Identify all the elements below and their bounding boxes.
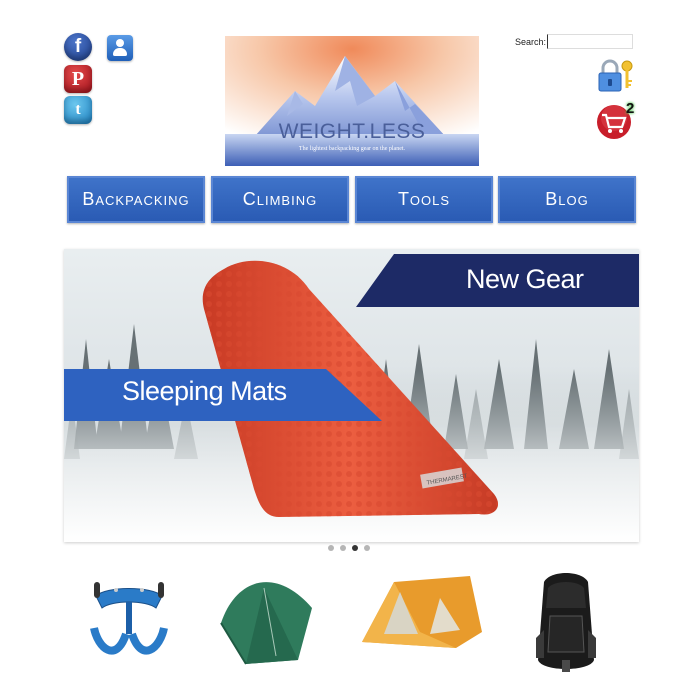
search-input[interactable] — [547, 34, 633, 49]
lock-key-icon[interactable] — [596, 58, 636, 94]
nav-tools[interactable]: Tools — [355, 176, 493, 223]
facebook-glyph: f — [74, 36, 82, 57]
banner-label-new-gear: New Gear — [466, 264, 584, 294]
contact-head — [116, 39, 124, 47]
nav-label: Climbing — [242, 189, 318, 209]
carousel-dot-3[interactable] — [352, 545, 358, 551]
nav-climbing[interactable]: Climbing — [211, 176, 349, 223]
search-label: Search: — [515, 37, 547, 47]
contact-icon[interactable] — [107, 35, 133, 61]
contact-body — [113, 48, 127, 56]
site-logo[interactable]: WEIGHT.LESS The lightest backpacking gea… — [225, 36, 479, 166]
nav-backpacking[interactable]: Backpacking — [67, 176, 205, 223]
cart-count-badge: 2 — [626, 100, 635, 117]
pinterest-glyph: P — [71, 67, 85, 90]
climbing-harness-icon[interactable] — [86, 568, 172, 668]
carousel-dot-1[interactable] — [328, 545, 334, 551]
facebook-icon[interactable]: f — [64, 33, 92, 61]
pinterest-icon[interactable]: P — [64, 65, 92, 93]
twitter-glyph: t — [75, 101, 81, 118]
banner-label-sleeping-mats: Sleeping Mats — [122, 376, 287, 406]
nav-blog[interactable]: Blog — [498, 176, 636, 223]
nav-label: Backpacking — [82, 189, 190, 209]
logo-subtitle: The lightest backpacking gear on the pla… — [298, 146, 406, 152]
carousel-dot-2[interactable] — [340, 545, 346, 551]
carousel-dot-4[interactable] — [364, 545, 370, 551]
nav-label: Blog — [545, 189, 589, 209]
nav-label: Tools — [397, 189, 451, 209]
logo-title: WEIGHT.LESS — [278, 120, 426, 143]
green-tent-icon[interactable] — [216, 568, 316, 668]
backpack-icon[interactable] — [530, 568, 602, 678]
carousel-dots — [328, 545, 370, 551]
twitter-icon[interactable]: t — [64, 96, 92, 124]
orange-tent-icon[interactable] — [360, 568, 484, 658]
